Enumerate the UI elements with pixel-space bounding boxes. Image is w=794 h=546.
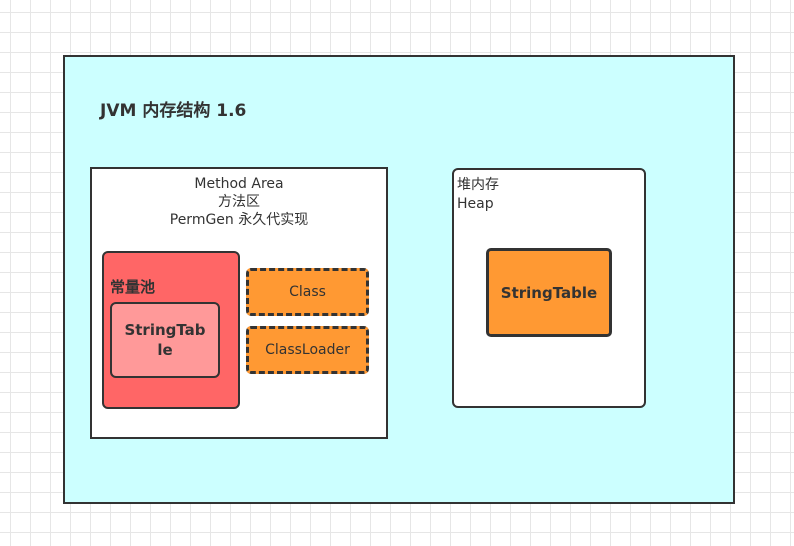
- method-area-label: Method Area 方法区 PermGen 永久代实现: [90, 175, 388, 229]
- method-area-label-permgen: PermGen 永久代实现: [169, 212, 309, 228]
- heap-string-table: StringTable: [486, 248, 612, 337]
- heap-label: 堆内存 Heap: [457, 176, 499, 214]
- heap-label-en: Heap: [457, 196, 494, 212]
- constant-pool-label: 常量池: [110, 278, 156, 296]
- class-box: Class: [246, 268, 369, 316]
- heap-label-cn: 堆内存: [457, 177, 499, 193]
- method-area-label-en: Method Area: [194, 176, 284, 192]
- classloader-box: ClassLoader: [246, 326, 369, 374]
- method-area-label-cn: 方法区: [218, 194, 260, 210]
- constant-pool-string-table: StringTable: [110, 302, 220, 378]
- diagram-title: JVM 内存结构 1.6: [100, 101, 247, 121]
